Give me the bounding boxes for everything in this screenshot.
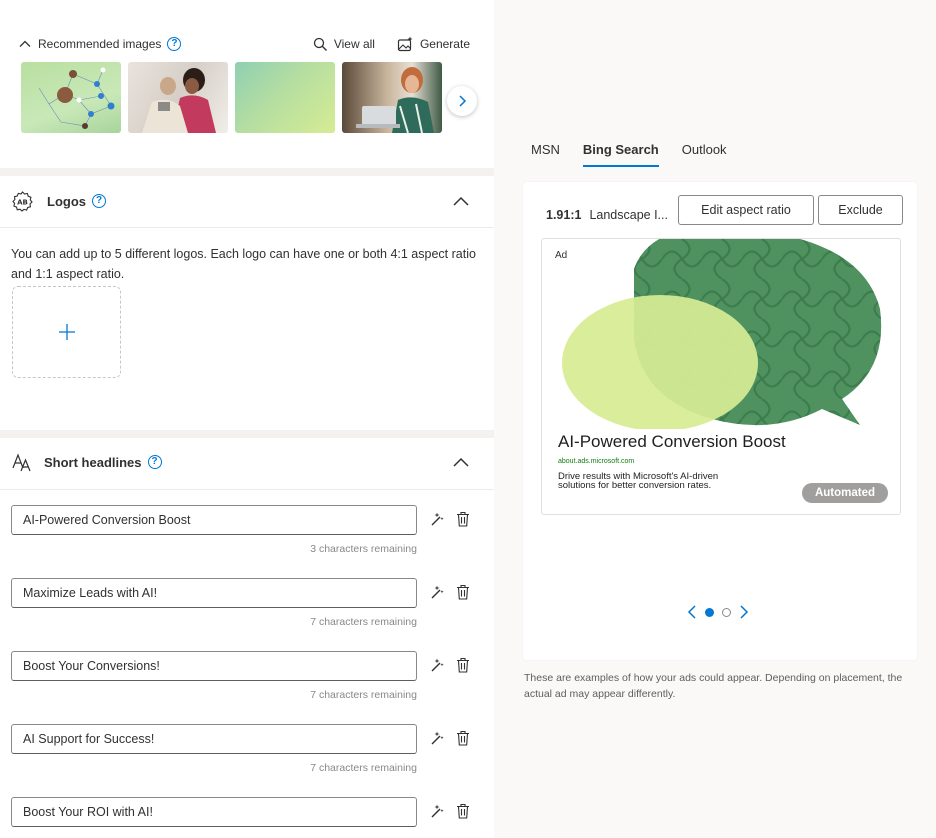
ai-rewrite-icon[interactable]: [429, 657, 445, 673]
divider: [0, 227, 494, 228]
preview-panel: MSN Bing Search Outlook 1.91:1 Landscape …: [494, 0, 936, 838]
aspect-ratio-value: 1.91:1: [546, 208, 582, 222]
ad-description: Drive results with Microsoft's AI-driven…: [558, 471, 719, 491]
recommended-images-header: Recommended images ? View all Generate: [18, 34, 470, 54]
recommended-actions: View all Generate: [313, 36, 470, 52]
headline-input[interactable]: AI Support for Success!: [11, 724, 417, 754]
recommended-images-title: Recommended images: [38, 37, 162, 51]
collapse-chevron-icon[interactable]: [452, 456, 470, 468]
headline-input[interactable]: Boost Your ROI with AI!: [11, 797, 417, 827]
delete-icon[interactable]: [456, 511, 470, 527]
short-headlines-title: Short headlines: [44, 454, 142, 470]
view-all-label: View all: [333, 37, 375, 51]
characters-remaining: 7 characters remaining: [310, 689, 417, 701]
svg-text:AB: AB: [17, 198, 28, 206]
ad-preview: Ad AI-Powered Conversion Boost about.ads…: [541, 238, 901, 515]
headline-input[interactable]: Maximize Leads with AI!: [11, 578, 417, 608]
tab-bing-search[interactable]: Bing Search: [582, 142, 659, 167]
headline-input[interactable]: AI-Powered Conversion Boost: [11, 505, 417, 535]
headline-input[interactable]: Boost Your Conversions!: [11, 651, 417, 681]
recommended-image-woman-laptop[interactable]: [342, 62, 442, 133]
help-icon[interactable]: ?: [147, 455, 162, 469]
characters-remaining: 7 characters remaining: [310, 762, 417, 774]
delete-icon[interactable]: [456, 584, 470, 600]
ad-preview-card: 1.91:1 Landscape I... Edit aspect ratio E…: [523, 182, 917, 660]
ai-rewrite-icon[interactable]: [429, 730, 445, 746]
recommended-image-people[interactable]: [128, 62, 228, 133]
delete-icon[interactable]: [456, 730, 470, 746]
tab-outlook[interactable]: Outlook: [682, 142, 727, 167]
ai-rewrite-icon[interactable]: [429, 511, 445, 527]
characters-remaining: 7 characters remaining: [310, 616, 417, 628]
logos-section: AB Logos ? You can add up to 5 different…: [0, 176, 494, 430]
short-headlines-header: Short headlines ?: [12, 447, 470, 477]
next-images-button[interactable]: [447, 86, 477, 116]
view-all-button[interactable]: View all: [313, 37, 375, 52]
chevron-right-icon: [459, 95, 467, 107]
preview-pager: [687, 604, 749, 620]
chevron-up-icon[interactable]: [18, 37, 32, 51]
divider: [0, 489, 494, 490]
chevron-left-icon[interactable]: [687, 604, 697, 620]
preview-disclaimer: These are examples of how your ads could…: [524, 672, 903, 700]
left-panel: Recommended images ? View all Generate A…: [0, 0, 494, 838]
characters-remaining: 3 characters remaining: [310, 543, 417, 555]
logos-description: You can add up to 5 different logos. Eac…: [11, 247, 476, 281]
recommended-image-network[interactable]: [21, 62, 121, 133]
help-icon[interactable]: ?: [92, 194, 106, 208]
delete-icon[interactable]: [456, 657, 470, 673]
plus-icon: [58, 324, 75, 340]
logos-header: AB Logos ?: [12, 186, 470, 216]
ad-headline: AI-Powered Conversion Boost: [558, 432, 786, 451]
text-size-icon: [12, 453, 31, 472]
preview-tabs: MSN Bing Search Outlook: [531, 142, 727, 167]
recommended-images-section: Recommended images ? View all Generate: [0, 0, 494, 168]
aspect-ratio-name: Landscape I...: [589, 208, 668, 222]
ad-image[interactable]: [542, 239, 901, 429]
collapse-chevron-icon[interactable]: [452, 195, 470, 207]
exclude-button[interactable]: Exclude: [818, 195, 903, 225]
generate-button[interactable]: Generate: [397, 36, 470, 52]
recommended-thumbnails: [21, 62, 442, 133]
tab-msn[interactable]: MSN: [531, 142, 560, 167]
help-icon[interactable]: ?: [167, 37, 182, 51]
generate-label: Generate: [419, 37, 470, 51]
edit-aspect-ratio-button[interactable]: Edit aspect ratio: [678, 195, 814, 225]
ai-rewrite-icon[interactable]: [429, 803, 445, 819]
image-sparkle-icon: [397, 36, 413, 52]
ad-url: about.ads.microsoft.com: [558, 458, 635, 465]
ai-rewrite-icon[interactable]: [429, 584, 445, 600]
search-icon: [313, 37, 327, 51]
add-logo-button[interactable]: [12, 286, 121, 378]
page-dot[interactable]: [722, 607, 731, 617]
recommended-image-gradient[interactable]: [235, 62, 335, 133]
page-dot-active[interactable]: [705, 607, 714, 617]
aspect-ratio-label: 1.91:1 Landscape I...: [546, 208, 668, 222]
delete-icon[interactable]: [456, 803, 470, 819]
chevron-right-icon[interactable]: [739, 604, 749, 620]
short-headlines-section: Short headlines ? AI-Powered Conversion …: [0, 438, 494, 838]
logo-badge-icon: AB: [12, 190, 33, 212]
automated-badge: Automated: [802, 483, 888, 503]
logos-title: Logos: [47, 193, 86, 209]
ad-label: Ad: [555, 250, 568, 261]
